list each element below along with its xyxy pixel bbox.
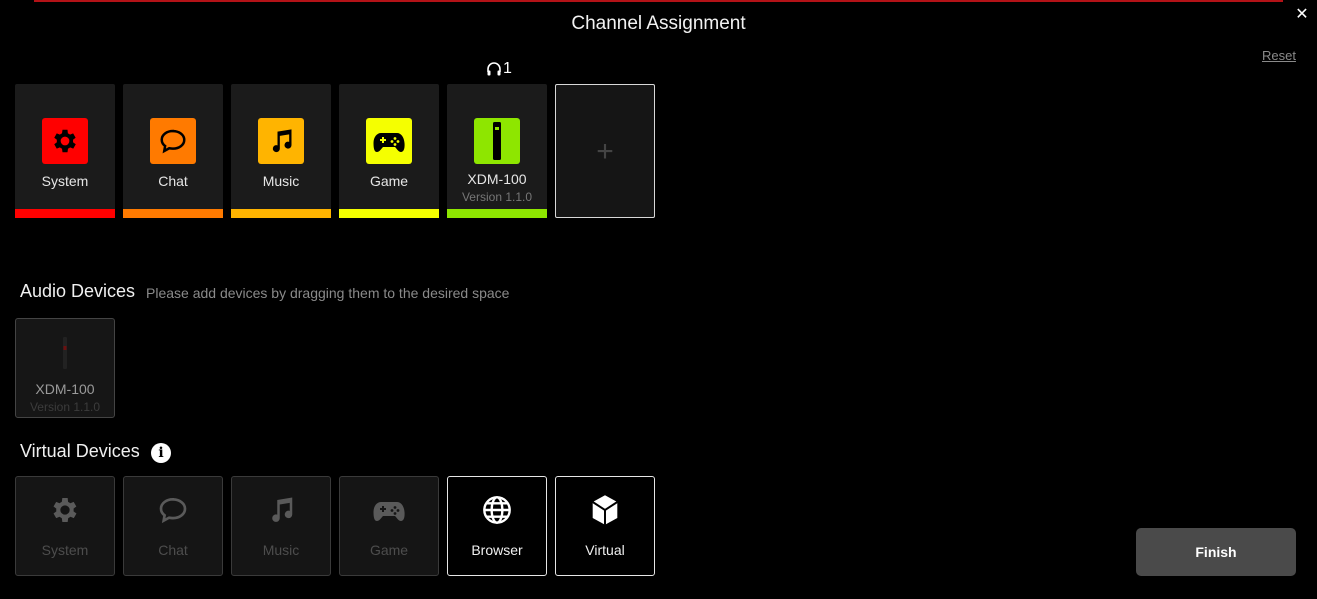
channel-tile-chat[interactable]: Chat	[123, 84, 223, 218]
channel-tile-xdm-100[interactable]: XDM-100 Version 1.1.0	[447, 84, 547, 218]
virtual-device-label: Music	[262, 542, 300, 558]
virtual-device-label: System	[41, 542, 89, 558]
virtual-device-label: Game	[369, 542, 409, 558]
audio-devices-title: Audio Devices	[20, 281, 136, 301]
virtual-device-browser[interactable]: Browser	[447, 476, 547, 576]
channel-count-value: 1	[503, 60, 512, 77]
channel-label: Game	[369, 173, 409, 189]
device-version: Version 1.1.0	[29, 400, 101, 414]
audio-devices-hint: Please add devices by dragging them to t…	[146, 285, 510, 301]
info-icon[interactable]: i	[151, 443, 171, 463]
chat-bubble-icon	[150, 118, 196, 164]
virtual-device-music: Music	[231, 476, 331, 576]
gear-icon	[42, 118, 88, 164]
top-accent-strip	[34, 0, 1283, 2]
microphone-icon	[16, 335, 114, 371]
cube-icon	[556, 493, 654, 527]
channel-label: Music	[262, 173, 300, 189]
close-button[interactable]: ✕	[1292, 5, 1312, 25]
chat-bubble-icon	[124, 493, 222, 527]
channel-label: XDM-100	[467, 171, 527, 187]
headphone-icon	[486, 61, 502, 77]
add-channel-button[interactable]: +	[555, 84, 655, 218]
virtual-devices-title: Virtual Devices	[20, 441, 140, 461]
headphone-channel-count: 1	[486, 60, 512, 78]
plus-icon: +	[596, 135, 614, 168]
channel-color-bar	[231, 209, 331, 218]
finish-button[interactable]: Finish	[1136, 528, 1296, 576]
virtual-device-label: Virtual	[585, 542, 625, 558]
channel-version: Version 1.1.0	[461, 190, 533, 204]
channel-tile-game[interactable]: Game	[339, 84, 439, 218]
channel-label: Chat	[158, 173, 188, 189]
microphone-icon	[474, 118, 520, 164]
virtual-device-chat: Chat	[123, 476, 223, 576]
music-note-icon	[258, 118, 304, 164]
gamepad-icon	[366, 118, 412, 164]
gear-icon	[16, 493, 114, 527]
channel-tile-music[interactable]: Music	[231, 84, 331, 218]
channel-label: System	[41, 173, 89, 189]
gamepad-icon	[340, 493, 438, 527]
page-title: Channel Assignment	[571, 13, 746, 34]
virtual-device-label: Browser	[471, 542, 523, 558]
reset-link[interactable]: Reset	[1262, 48, 1296, 63]
device-label: XDM-100	[35, 381, 95, 397]
channel-tile-system[interactable]: System	[15, 84, 115, 218]
virtual-device-label: Chat	[158, 542, 188, 558]
music-note-icon	[232, 493, 330, 527]
virtual-device-system: System	[15, 476, 115, 576]
channel-color-bar	[15, 209, 115, 218]
channel-color-bar	[123, 209, 223, 218]
virtual-device-game: Game	[339, 476, 439, 576]
channel-color-bar	[447, 209, 547, 218]
virtual-device-virtual[interactable]: Virtual	[555, 476, 655, 576]
audio-device-xdm-100[interactable]: XDM-100 Version 1.1.0	[15, 318, 115, 418]
channel-color-bar	[339, 209, 439, 218]
globe-icon	[448, 493, 546, 527]
